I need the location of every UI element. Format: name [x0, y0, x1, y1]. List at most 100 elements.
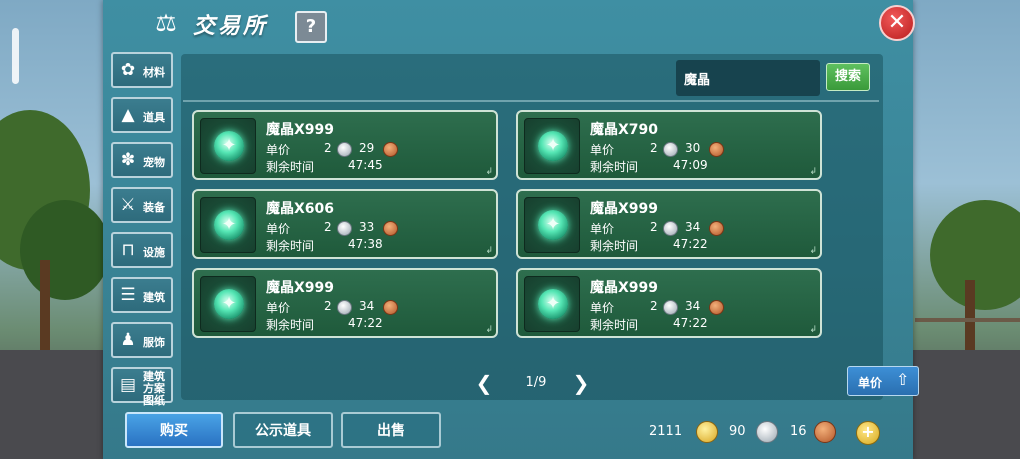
price-copper: 34 — [685, 220, 701, 234]
facility-icon: ⊓ — [121, 240, 135, 260]
close-button[interactable]: ✕ — [879, 5, 915, 41]
corner-mark-icon: ↲ — [809, 325, 817, 335]
corner-mark-icon: ↲ — [485, 167, 493, 177]
potion-icon: ▲ — [121, 105, 135, 125]
price-label: 单价 — [590, 143, 615, 157]
corner-mark-icon: ↲ — [809, 246, 817, 256]
price-copper: 34 — [359, 299, 375, 313]
sell-tab-button[interactable]: 出售 — [341, 412, 441, 448]
item-thumbnail — [200, 118, 256, 174]
buy-tab-button[interactable]: 购买 — [125, 412, 223, 448]
search-button[interactable]: 搜索 — [826, 63, 870, 91]
time-left-value: 47:22 — [673, 237, 708, 251]
sidebar-item-label: 道具 — [143, 111, 165, 124]
price-copper: 34 — [685, 299, 701, 313]
time-left-label: 剩余时间 — [266, 239, 315, 253]
balance-scale-icon: ⚖ — [155, 9, 177, 37]
copper-coin-icon — [709, 300, 724, 315]
time-left-value: 47:45 — [348, 158, 383, 172]
time-left-label: 剩余时间 — [590, 318, 639, 332]
sidebar-item-label: 宠物 — [143, 156, 165, 169]
paw-icon: ✽ — [120, 150, 136, 170]
time-left-value: 47:09 — [673, 158, 708, 172]
sidebar-item-materials[interactable]: ✿ 材料 — [111, 52, 173, 88]
listing-card[interactable]: 魔晶X999 单价 2 29 剩余时间 47:45 ↲ — [192, 110, 498, 180]
silver-coin-icon — [337, 300, 352, 315]
background-tree — [20, 200, 110, 300]
exchange-window: ⚖ 交易所 ? ✿ 材料 ▲ 道具 ✽ 宠物 ⚔ 装备 ⊓ 设施 ☰ 建筑 ♟ — [103, 0, 919, 459]
add-currency-button[interactable]: + — [856, 421, 880, 445]
listing-card[interactable]: 魔晶X999 单价 2 34 剩余时间 47:22 ↲ — [516, 189, 822, 259]
sidebar-item-clothing[interactable]: ♟ 服饰 — [111, 322, 173, 358]
price-label: 单价 — [590, 222, 615, 236]
item-name: 魔晶X606 — [266, 201, 335, 217]
showcase-tab-button[interactable]: 公示道具 — [233, 412, 333, 448]
time-left-value: 47:38 — [348, 237, 383, 251]
item-thumbnail — [524, 118, 580, 174]
window-title: 交易所 — [193, 14, 269, 39]
price-silver: 2 — [324, 299, 332, 313]
bottom-bar: 购买 公示道具 出售 2111 90 16 + — [103, 404, 913, 459]
sidebar-item-equipment[interactable]: ⚔ 装备 — [111, 187, 173, 223]
sort-by-price-button[interactable]: 单价 ⇧ — [847, 366, 919, 396]
search-input[interactable] — [682, 66, 816, 90]
help-button[interactable]: ? — [295, 11, 327, 43]
listing-panel: 搜索 魔晶X999 单价 2 29 剩余时间 47:45 ↲ 魔晶X790 单价… — [181, 54, 919, 400]
time-left-value: 47:22 — [673, 316, 708, 330]
copper-coin-icon — [383, 142, 398, 157]
magic-crystal-icon — [214, 131, 244, 161]
title-bar: ⚖ 交易所 ? — [103, 0, 913, 46]
item-thumbnail — [524, 276, 580, 332]
search-field — [676, 60, 820, 96]
copper-coin-icon — [383, 221, 398, 236]
listing-card[interactable]: 魔晶X999 单价 2 34 剩余时间 47:22 ↲ — [192, 268, 498, 338]
prev-page-button[interactable]: ❮ — [474, 371, 494, 395]
item-thumbnail — [524, 197, 580, 253]
silver-coin-icon — [337, 221, 352, 236]
copper-amount: 16 — [790, 424, 807, 439]
item-name: 魔晶X999 — [590, 280, 659, 296]
price-silver: 2 — [324, 141, 332, 155]
item-name: 魔晶X999 — [266, 280, 335, 296]
material-icon: ✿ — [120, 60, 136, 80]
time-left-label: 剩余时间 — [590, 160, 639, 174]
background-tree-trunk — [965, 280, 975, 350]
page-indicator: 1/9 — [525, 375, 547, 390]
sort-arrow-icon: ⇧ — [896, 370, 910, 389]
time-left-label: 剩余时间 — [266, 160, 315, 174]
sidebar-item-label: 材料 — [143, 66, 165, 79]
sidebar-item-pets[interactable]: ✽ 宠物 — [111, 142, 173, 178]
divider — [183, 100, 879, 102]
clothing-icon: ♟ — [120, 330, 136, 350]
gold-amount: 2111 — [649, 424, 683, 439]
silver-amount: 90 — [729, 424, 746, 439]
sidebar-item-blueprints[interactable]: ▤ 建筑方案图纸 — [111, 367, 173, 407]
price-copper: 29 — [359, 141, 375, 155]
corner-mark-icon: ↲ — [809, 167, 817, 177]
next-page-button[interactable]: ❯ — [571, 371, 591, 395]
background-fence — [915, 318, 1020, 322]
building-icon: ☰ — [120, 285, 136, 305]
item-name: 魔晶X999 — [266, 122, 335, 138]
price-silver: 2 — [650, 220, 658, 234]
listing-card[interactable]: 魔晶X999 单价 2 34 剩余时间 47:22 ↲ — [516, 268, 822, 338]
listing-card[interactable]: 魔晶X790 单价 2 30 剩余时间 47:09 ↲ — [516, 110, 822, 180]
price-label: 单价 — [590, 301, 615, 315]
sidebar-item-props[interactable]: ▲ 道具 — [111, 97, 173, 133]
copper-coin-icon — [709, 221, 724, 236]
sidebar-item-buildings[interactable]: ☰ 建筑 — [111, 277, 173, 313]
corner-mark-icon: ↲ — [485, 246, 493, 256]
sidebar-item-facilities[interactable]: ⊓ 设施 — [111, 232, 173, 268]
scroll-handle[interactable] — [12, 28, 19, 84]
sidebar-item-label: 服饰 — [143, 336, 165, 349]
sort-label: 单价 — [858, 376, 883, 390]
magic-crystal-icon — [538, 131, 568, 161]
silver-coin-icon — [337, 142, 352, 157]
listing-card[interactable]: 魔晶X606 单价 2 33 剩余时间 47:38 ↲ — [192, 189, 498, 259]
magic-crystal-icon — [538, 289, 568, 319]
price-silver: 2 — [324, 220, 332, 234]
background-tree-trunk — [40, 260, 50, 350]
sidebar-item-label: 设施 — [143, 246, 165, 259]
blueprint-icon: ▤ — [119, 375, 137, 395]
copper-coin-icon — [709, 142, 724, 157]
